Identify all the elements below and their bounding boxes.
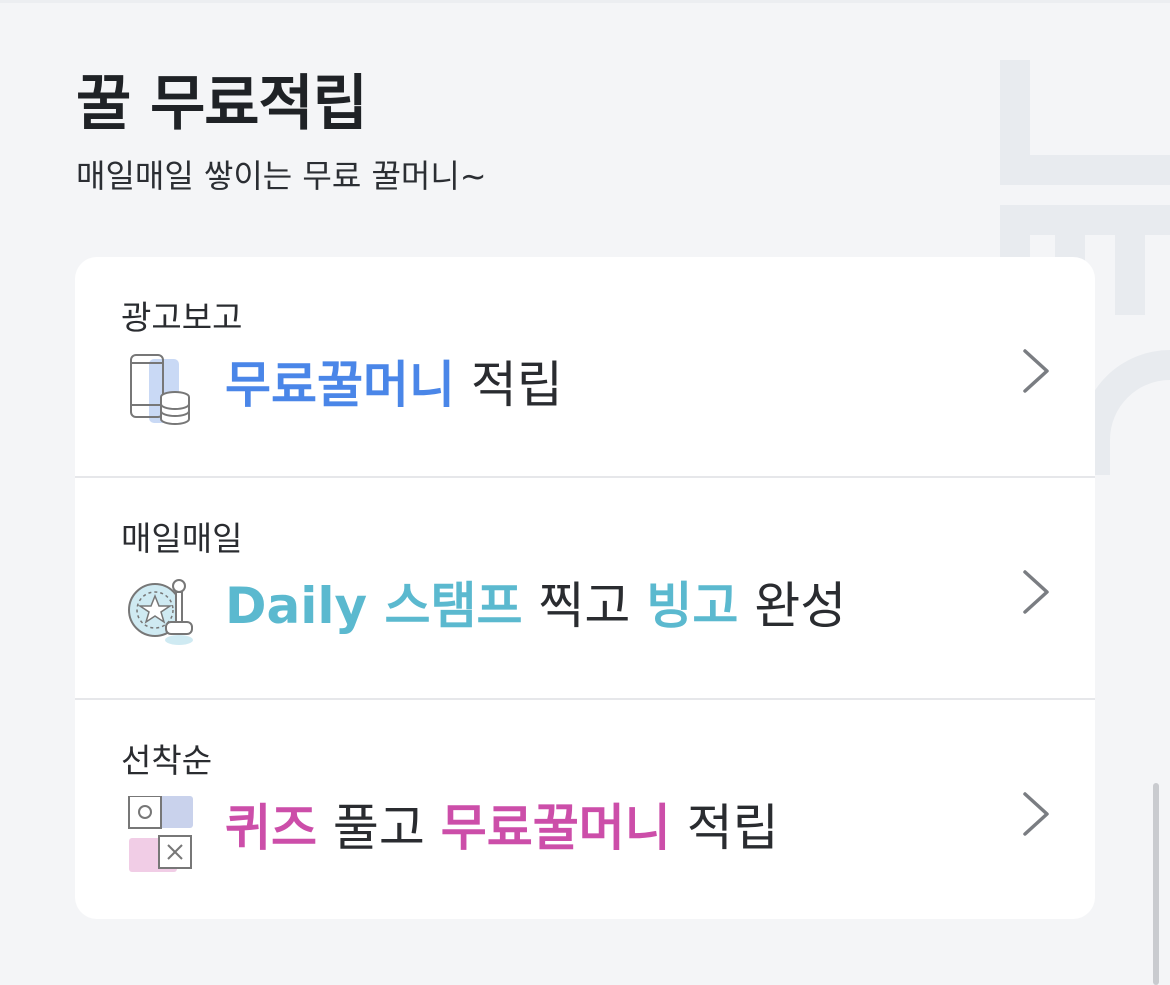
reward-item-label: 매일매일 <box>121 519 243 558</box>
reward-item-text: Daily 스탬프 찍고 빙고 완성 <box>225 574 846 638</box>
highlight-text: 빙고 <box>646 577 739 635</box>
highlight-text: 퀴즈 <box>225 799 317 857</box>
plain-text: 적립 <box>670 799 779 857</box>
section-header: 꿀 무료적립 매일매일 쌓이는 무료 꿀머니~ <box>76 68 487 196</box>
plain-text: 완성 <box>738 577 847 635</box>
rewards-card: 광고보고 무료꿀머니 적립 매일매일 Daily 스탬프 찍고 빙고 완성 선착… <box>75 257 1095 919</box>
reward-item-daily[interactable]: 매일매일 Daily 스탬프 찍고 빙고 완성 <box>75 478 1095 698</box>
plain-text: 적립 <box>455 356 563 414</box>
highlight-text: Daily 스탬프 <box>225 577 523 635</box>
reward-item-label: 광고보고 <box>121 298 243 337</box>
phone-coins-icon <box>127 353 197 429</box>
chevron-right-icon <box>1019 568 1053 616</box>
plain-text: 찍고 <box>522 577 647 635</box>
plain-text: 풀고 <box>317 799 441 857</box>
reward-item-ad[interactable]: 광고보고 무료꿀머니 적립 <box>75 257 1095 477</box>
stamp-icon <box>127 574 197 650</box>
reward-item-label: 선착순 <box>121 741 213 780</box>
chevron-right-icon <box>1019 790 1053 838</box>
reward-item-quiz[interactable]: 선착순 퀴즈 풀고 무료꿀머니 적립 <box>75 700 1095 919</box>
scrollbar[interactable] <box>1153 783 1159 985</box>
reward-item-text: 무료꿀머니 적립 <box>225 353 563 417</box>
section-title: 꿀 무료적립 <box>76 69 368 139</box>
reward-item-text: 퀴즈 풀고 무료꿀머니 적립 <box>225 796 779 860</box>
section-subtitle: 매일매일 쌓이는 무료 꿀머니~ <box>76 157 487 195</box>
highlight-text: 무료꿀머니 <box>440 799 671 857</box>
chevron-right-icon <box>1019 347 1053 395</box>
quiz-cards-icon <box>127 795 197 872</box>
top-divider <box>0 0 1170 3</box>
highlight-text: 무료꿀머니 <box>225 356 455 414</box>
